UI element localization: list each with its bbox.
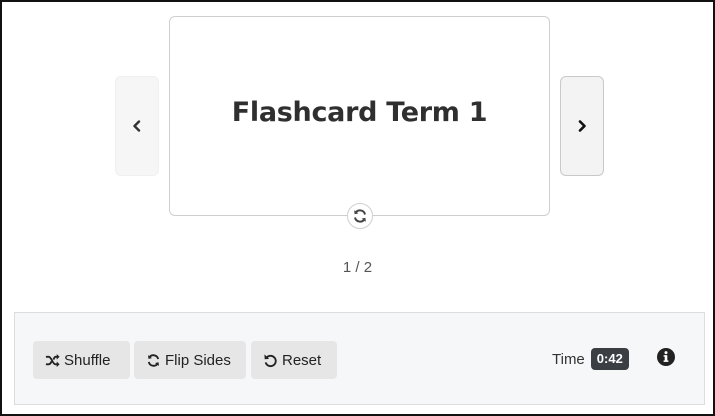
shuffle-button[interactable]: Shuffle [33, 341, 130, 379]
shuffle-icon [45, 353, 60, 367]
shuffle-label: Shuffle [64, 351, 111, 369]
card-counter: 1 / 2 [342, 259, 373, 276]
chevron-right-icon [578, 120, 586, 132]
reset-label: Reset [282, 351, 322, 369]
timer: Time 0:42 [552, 348, 629, 370]
rotate-icon [354, 209, 366, 223]
card-term: Flashcard Term 1 [231, 97, 488, 128]
previous-card-button[interactable] [115, 76, 159, 176]
next-card-button[interactable] [560, 76, 604, 176]
info-circle-icon [657, 348, 675, 366]
time-badge: 0:42 [590, 348, 629, 370]
reset-button[interactable]: Reset [251, 341, 337, 379]
info-button[interactable] [656, 347, 676, 367]
flip-sides-button[interactable]: Flip Sides [134, 341, 246, 379]
chevron-left-icon [133, 120, 141, 132]
time-label: Time [552, 350, 585, 368]
rotate-icon [147, 353, 160, 367]
flip-card-button[interactable] [347, 203, 373, 229]
flip-sides-label: Flip Sides [165, 351, 231, 369]
flashcard-app: Flashcard Term 1 1 / 2 Shuffle Flip Side… [0, 0, 715, 416]
controls-toolbar: Shuffle Flip Sides Reset Time 0:42 [14, 312, 705, 405]
undo-icon [264, 353, 277, 367]
flashcard[interactable]: Flashcard Term 1 [169, 16, 550, 216]
